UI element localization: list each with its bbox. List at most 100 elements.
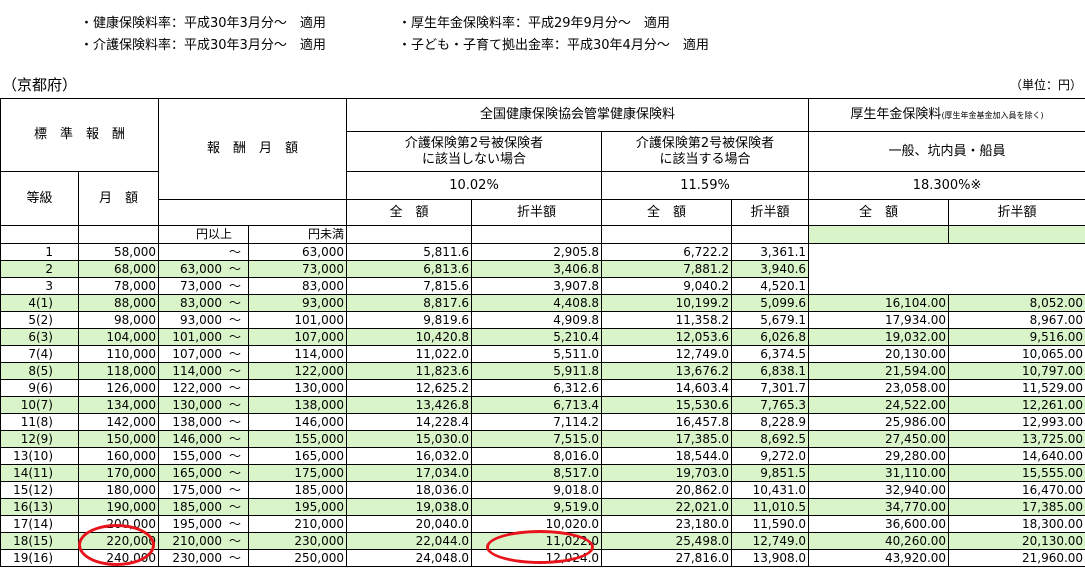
grade-cell: 5(2) — [0, 311, 79, 329]
grade-value: 19(16) — [13, 551, 53, 565]
pension-full-cell: 36,600.00 — [808, 515, 950, 533]
blank-hh — [471, 225, 603, 244]
tilde-mark: ～ — [229, 534, 242, 548]
grade-value: 9(6) — [28, 381, 53, 395]
health-half-cell: 3,406.8 — [471, 260, 603, 278]
blank-kh — [731, 225, 810, 244]
header-kyokai: 全国健康保険協会管掌健康保険料 — [346, 98, 810, 132]
monthly-cell: 78,000 — [77, 277, 160, 295]
grade-cell: 19(16) — [0, 549, 79, 567]
pension-half-cell: 10,797.00 — [948, 362, 1085, 380]
monthly-cell: 142,000 — [77, 413, 160, 431]
grade-cell: 12(9) — [0, 430, 79, 448]
min-cell: 175,000 ～ — [158, 481, 250, 499]
care-half-cell: 5,679.1 — [731, 311, 810, 329]
health-half-cell: 5,911.8 — [471, 362, 603, 380]
health-half-cell: 8,016.0 — [471, 447, 603, 465]
grade-cell: 14(11) — [0, 464, 79, 482]
health-full-cell: 12,625.2 — [346, 379, 473, 397]
header-pension-title: 厚生年金保険料 — [850, 106, 942, 122]
grade-value: 8(5) — [28, 364, 53, 378]
grade-value: 1 — [45, 245, 53, 259]
health-half-cell: 8,517.0 — [471, 464, 603, 482]
pension-half-cell: 10,065.00 — [948, 345, 1085, 363]
prefecture-label: （京都府） — [2, 76, 78, 94]
health-half-cell: 4,408.8 — [471, 294, 603, 312]
grade-value: 15(12) — [13, 483, 53, 497]
unit-label: （単位：円） — [1009, 78, 1082, 92]
note-child-rate: ・子ども・子育て拠出金率：平成30年4月分～ 適用 — [398, 38, 709, 53]
tilde-mark: ～ — [229, 551, 242, 565]
table-row: 5(2) 98,000 93,000 ～ 101,000 9,819.6 4,909.8 11… — [0, 311, 1085, 329]
header-care-applicable: 介護保険第2号被保険者 に該当する場合 — [601, 131, 810, 172]
pension-half-cell: 15,555.00 — [948, 464, 1085, 482]
max-cell: 93,000 — [248, 294, 348, 312]
care-full-cell: 15,530.6 — [601, 396, 733, 414]
health-full-cell: 6,813.6 — [346, 260, 473, 278]
pension-full-cell: 24,522.00 — [808, 396, 950, 414]
care-full-cell: 7,881.2 — [601, 260, 733, 278]
header-care-not-applicable-line2: に該当しない場合 — [422, 151, 527, 167]
grade-value: 10(7) — [20, 398, 53, 412]
grade-cell: 3 — [0, 277, 79, 295]
pension-full-cell: 27,450.00 — [808, 430, 950, 448]
min-value: 138,000 — [172, 415, 223, 429]
blank-kf — [601, 225, 733, 244]
monthly-cell-blank — [77, 225, 160, 244]
monthly-cell: 68,000 — [77, 260, 160, 278]
min-value: 107,000 — [172, 347, 223, 361]
max-cell: 63,000 — [248, 243, 348, 261]
min-cell: 146,000 ～ — [158, 430, 250, 448]
table-row: 8(5) 118,000 114,000 ～ 122,000 11,823.6 5,911.… — [0, 362, 1085, 380]
tilde-mark: ～ — [229, 466, 242, 480]
health-full-cell: 8,817.6 — [346, 294, 473, 312]
care-full-cell: 11,358.2 — [601, 311, 733, 329]
care-full-cell: 12,749.0 — [601, 345, 733, 363]
care-half-cell: 4,520.1 — [731, 277, 810, 295]
header-remuneration-blank — [158, 199, 348, 226]
grade-value: 13(10) — [13, 449, 53, 463]
header-pension-sub: 一般、坑内員・船員 — [808, 131, 1085, 172]
care-half-cell: 9,272.0 — [731, 447, 810, 465]
header-half-1: 折半額 — [471, 199, 603, 226]
health-half-cell: 6,312.6 — [471, 379, 603, 397]
pension-half-cell: 11,529.00 — [948, 379, 1085, 397]
min-cell: 195,000 ～ — [158, 515, 250, 533]
header-rate-no-care: 10.02% — [346, 171, 603, 200]
note-health-rate: ・健康保険料率：平成30年3月分～ 適用 — [80, 16, 326, 31]
care-full-cell: 19,703.0 — [601, 464, 733, 482]
max-cell: 230,000 — [248, 532, 348, 550]
header-half-3: 折半額 — [948, 199, 1085, 226]
min-cell: 210,000 ～ — [158, 532, 250, 550]
care-half-cell: 6,374.5 — [731, 345, 810, 363]
care-half-cell: 10,431.0 — [731, 481, 810, 499]
grade-cell: 7(4) — [0, 345, 79, 363]
pension-full-cell: 16,104.00 — [808, 294, 950, 312]
min-cell: 230,000 ～ — [158, 549, 250, 567]
grade-cell: 2 — [0, 260, 79, 278]
pension-full-cell: 23,058.00 — [808, 379, 950, 397]
health-half-cell: 7,114.2 — [471, 413, 603, 431]
table-row: 14(11) 170,000 165,000 ～ 175,000 17,034.0 8,51… — [0, 464, 1085, 482]
pension-half-cell: 16,470.00 — [948, 481, 1085, 499]
health-full-cell: 14,228.4 — [346, 413, 473, 431]
tilde-mark: ～ — [229, 262, 242, 276]
annotation-circle-half — [486, 530, 594, 564]
grade-cell: 16(13) — [0, 498, 79, 516]
care-half-cell: 9,851.5 — [731, 464, 810, 482]
care-full-cell: 14,603.4 — [601, 379, 733, 397]
table-row: 1 58,000 ～ 63,000 5,811.6 2,905.8 6,722.2 3,361… — [0, 243, 1085, 261]
min-cell: 93,000 ～ — [158, 311, 250, 329]
min-value: 93,000 — [180, 313, 223, 327]
health-half-cell: 3,907.8 — [471, 277, 603, 295]
min-value: 210,000 — [172, 534, 223, 548]
grade-cell: 6(3) — [0, 328, 79, 346]
health-full-cell: 7,815.6 — [346, 277, 473, 295]
monthly-cell: 110,000 — [77, 345, 160, 363]
monthly-cell: 118,000 — [77, 362, 160, 380]
pension-half-cell: 14,640.00 — [948, 447, 1085, 465]
min-cell: 138,000 ～ — [158, 413, 250, 431]
pension-full-cell: 40,260.00 — [808, 532, 950, 550]
health-full-cell: 22,044.0 — [346, 532, 473, 550]
header-grade: 等級 — [0, 171, 79, 226]
